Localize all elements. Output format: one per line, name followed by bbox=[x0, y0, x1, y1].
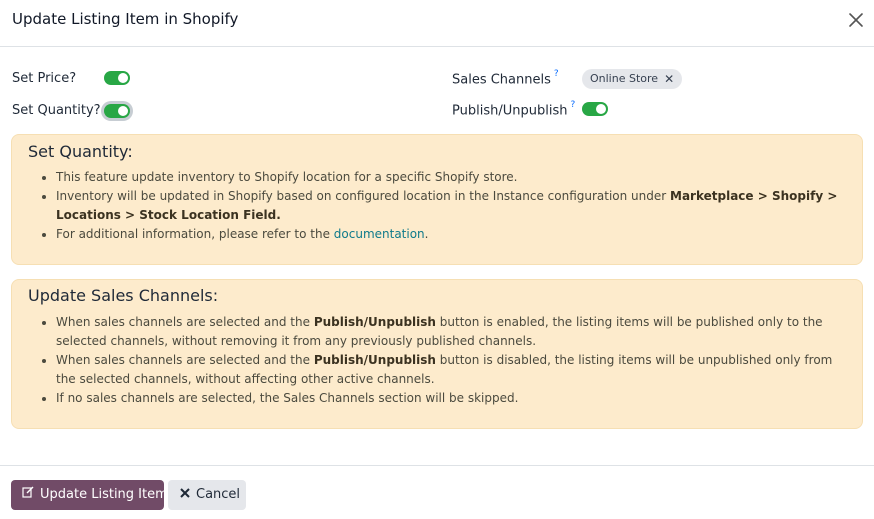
set-quantity-info-list: This feature update inventory to Shopify… bbox=[56, 168, 852, 244]
sales-channels-label-text: Sales Channels bbox=[452, 72, 551, 88]
list-item-bold: Publish/Unpublish bbox=[313, 315, 436, 329]
remove-tag-icon[interactable]: ✕ bbox=[664, 69, 674, 89]
toggle-knob bbox=[596, 104, 606, 114]
cancel-button[interactable]: Cancel bbox=[168, 480, 246, 510]
edit-icon bbox=[22, 480, 34, 510]
list-item: When sales channels are selected and the… bbox=[56, 313, 852, 351]
set-quantity-label: Set Quantity? bbox=[12, 103, 101, 118]
list-item-text: When sales channels are selected and the bbox=[56, 315, 314, 329]
help-tooltip-icon[interactable]: ? bbox=[570, 100, 575, 110]
set-price-label: Set Price? bbox=[12, 71, 77, 86]
list-item: Inventory will be updated in Shopify bas… bbox=[56, 187, 852, 225]
set-quantity-box-title: Set Quantity: bbox=[28, 142, 133, 161]
sales-channels-info-box: Update Sales Channels: When sales channe… bbox=[11, 279, 863, 429]
sales-channels-info-list: When sales channels are selected and the… bbox=[56, 313, 852, 408]
close-icon[interactable] bbox=[846, 10, 866, 30]
toggle-knob bbox=[118, 73, 128, 83]
list-item-text: For additional information, please refer… bbox=[56, 227, 334, 241]
dialog-title: Update Listing Item in Shopify bbox=[12, 10, 239, 28]
list-item-bold: Publish/Unpublish bbox=[313, 353, 436, 367]
set-quantity-info-box: Set Quantity: This feature update invent… bbox=[11, 134, 863, 265]
list-item-text: . bbox=[424, 227, 429, 241]
sales-channel-tag: Online Store ✕ bbox=[582, 69, 683, 89]
footer-divider bbox=[0, 465, 874, 466]
update-listing-item-button[interactable]: Update Listing Item bbox=[11, 480, 168, 510]
list-item: This feature update inventory to Shopify… bbox=[56, 168, 852, 187]
update-listing-item-label: Update Listing Item bbox=[40, 487, 168, 502]
list-item: If no sales channels are selected, the S… bbox=[56, 389, 852, 408]
list-item-text: When sales channels are selected and the bbox=[56, 353, 314, 367]
publish-unpublish-toggle[interactable] bbox=[582, 102, 608, 116]
dialog-header: Update Listing Item in Shopify bbox=[0, 0, 874, 47]
sales-channel-tag-label: Online Store bbox=[590, 72, 659, 85]
set-price-toggle[interactable] bbox=[104, 71, 130, 85]
toggle-knob bbox=[118, 106, 128, 116]
publish-unpublish-label: Publish/Unpublish? bbox=[452, 100, 575, 119]
list-item: For additional information, please refer… bbox=[56, 225, 852, 244]
list-item-text: Inventory will be updated in Shopify bas… bbox=[56, 189, 671, 203]
list-item: When sales channels are selected and the… bbox=[56, 351, 852, 389]
cancel-label: Cancel bbox=[196, 487, 241, 502]
sales-channels-box-title: Update Sales Channels: bbox=[28, 286, 219, 305]
publish-unpublish-label-text: Publish/Unpublish bbox=[452, 103, 568, 119]
documentation-link[interactable]: documentation bbox=[334, 227, 425, 241]
set-quantity-toggle[interactable] bbox=[104, 104, 130, 118]
close-icon bbox=[180, 480, 190, 510]
help-tooltip-icon[interactable]: ? bbox=[554, 69, 559, 79]
sales-channels-label: Sales Channels? bbox=[452, 69, 559, 88]
